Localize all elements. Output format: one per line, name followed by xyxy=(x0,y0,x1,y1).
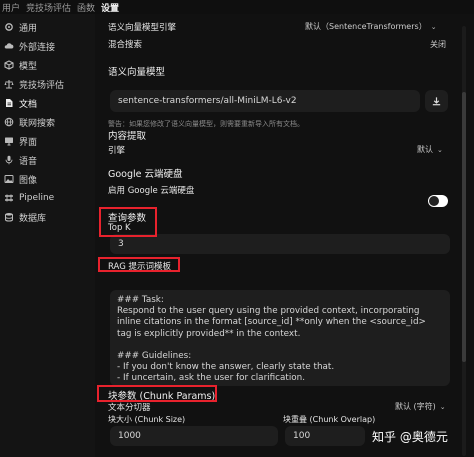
cloud-icon xyxy=(3,41,14,52)
hybrid-search-toggle[interactable]: 关闭 xyxy=(430,39,446,50)
sidebar-item-label: 联网搜索 xyxy=(19,118,56,129)
watermark: 知乎 @奥德元 xyxy=(372,430,448,444)
sidebar-item-documents[interactable]: 文档 xyxy=(0,94,95,112)
sidebar-item-label: 文档 xyxy=(19,99,38,110)
text-splitter-value: 默认 (字符) xyxy=(395,402,436,411)
chunk-size-input[interactable]: 1000 xyxy=(110,426,278,446)
document-icon xyxy=(3,98,14,109)
sidebar-item-database[interactable]: 数据库 xyxy=(0,208,95,226)
nav-users[interactable]: 用户 xyxy=(2,1,20,14)
sidebar-item-images[interactable]: 图像 xyxy=(0,170,95,188)
sidebar-item-label: 竞技场评估 xyxy=(19,80,65,91)
gdrive-title: Google 云端硬盘 xyxy=(108,169,183,180)
toggle-knob xyxy=(429,196,439,206)
sidebar-item-label: 模型 xyxy=(19,61,38,72)
sidebar-item-models[interactable]: 模型 xyxy=(0,56,95,74)
microphone-icon xyxy=(3,155,14,166)
sidebar-item-label: 图像 xyxy=(19,175,38,186)
globe-icon xyxy=(3,117,14,128)
pipeline-icon xyxy=(3,193,14,204)
highlight-box-chunk-params xyxy=(97,385,217,402)
sidebar-item-interface[interactable]: 界面 xyxy=(0,132,95,150)
embedding-engine-label: 语义向量模型引擎 xyxy=(108,23,177,33)
engine-select[interactable]: 默认 ⌄ xyxy=(417,144,443,155)
sidebar-item-label: 语音 xyxy=(19,156,38,167)
nav-functions[interactable]: 函数 xyxy=(77,1,95,14)
sidebar-item-label: 外部连接 xyxy=(19,42,56,53)
sidebar-item-web-search[interactable]: 联网搜索 xyxy=(0,113,95,131)
image-icon xyxy=(3,174,14,185)
embedding-engine-select[interactable]: 默认（SentenceTransformers） ⌄ xyxy=(305,21,437,32)
sidebar-item-arena[interactable]: 竞技场评估 xyxy=(0,75,95,93)
sidebar-item-label: 界面 xyxy=(19,137,38,148)
scale-icon xyxy=(3,79,14,90)
chunk-size-label: 块大小 (Chunk Size) xyxy=(108,415,186,424)
chevron-down-icon: ⌄ xyxy=(437,146,443,154)
sidebar-item-connections[interactable]: 外部连接 xyxy=(0,37,95,55)
chevron-down-icon: ⌄ xyxy=(430,23,437,31)
sidebar-item-pipeline[interactable]: Pipeline xyxy=(0,189,95,207)
database-icon xyxy=(3,212,14,223)
content-extraction-title: 内容提取 xyxy=(108,131,147,142)
nav-arena[interactable]: 竞技场评估 xyxy=(26,1,71,14)
embedding-model-title: 语义向量模型 xyxy=(108,67,166,78)
top-nav: 用户 竞技场评估 函数 设置 xyxy=(0,0,474,14)
gdrive-toggle[interactable] xyxy=(428,195,448,207)
top-k-input[interactable]: 3 xyxy=(110,234,450,254)
rag-template-textarea[interactable]: ### Task: Respond to the user query usin… xyxy=(110,290,450,386)
monitor-icon xyxy=(3,136,14,147)
highlight-box-query-params xyxy=(99,207,157,237)
engine-label: 引擎 xyxy=(108,146,126,156)
gdrive-enable-label: 启用 Google 云端硬盘 xyxy=(108,186,195,196)
hybrid-search-label: 混合搜索 xyxy=(108,40,143,50)
nav-settings[interactable]: 设置 xyxy=(101,1,119,14)
download-model-button[interactable] xyxy=(425,90,448,112)
sidebar-item-audio[interactable]: 语音 xyxy=(0,151,95,169)
settings-sidebar: 通用 外部连接 模型 竞技场评估 文档 联网搜索 界面 语音 图像 Pipeli… xyxy=(0,14,95,457)
engine-value: 默认 xyxy=(417,145,433,154)
cube-icon xyxy=(3,60,14,71)
text-splitter-label: 文本分切器 xyxy=(108,403,151,413)
gear-icon xyxy=(3,22,14,33)
sidebar-item-label: Pipeline xyxy=(19,193,55,203)
scrollbar-thumb[interactable] xyxy=(462,92,466,362)
chunk-overlap-input[interactable]: 100 xyxy=(285,426,365,446)
chunk-overlap-label: 块重叠 (Chunk Overlap) xyxy=(283,415,376,424)
sidebar-item-label: 数据库 xyxy=(19,213,47,224)
chevron-down-icon: ⌄ xyxy=(439,403,446,411)
highlight-box-rag-template xyxy=(98,257,180,272)
text-splitter-select[interactable]: 默认 (字符) ⌄ xyxy=(395,401,446,412)
download-icon xyxy=(432,96,441,105)
documents-settings-panel: 语义向量模型引擎 默认（SentenceTransformers） ⌄ 混合搜索 … xyxy=(95,14,474,457)
embedding-engine-value: 默认（SentenceTransformers） xyxy=(305,22,427,31)
embedding-model-input[interactable]: sentence-transformers/all-MiniLM-L6-v2 xyxy=(110,90,420,112)
sidebar-item-label: 通用 xyxy=(19,23,38,34)
sidebar-item-general[interactable]: 通用 xyxy=(0,18,95,36)
